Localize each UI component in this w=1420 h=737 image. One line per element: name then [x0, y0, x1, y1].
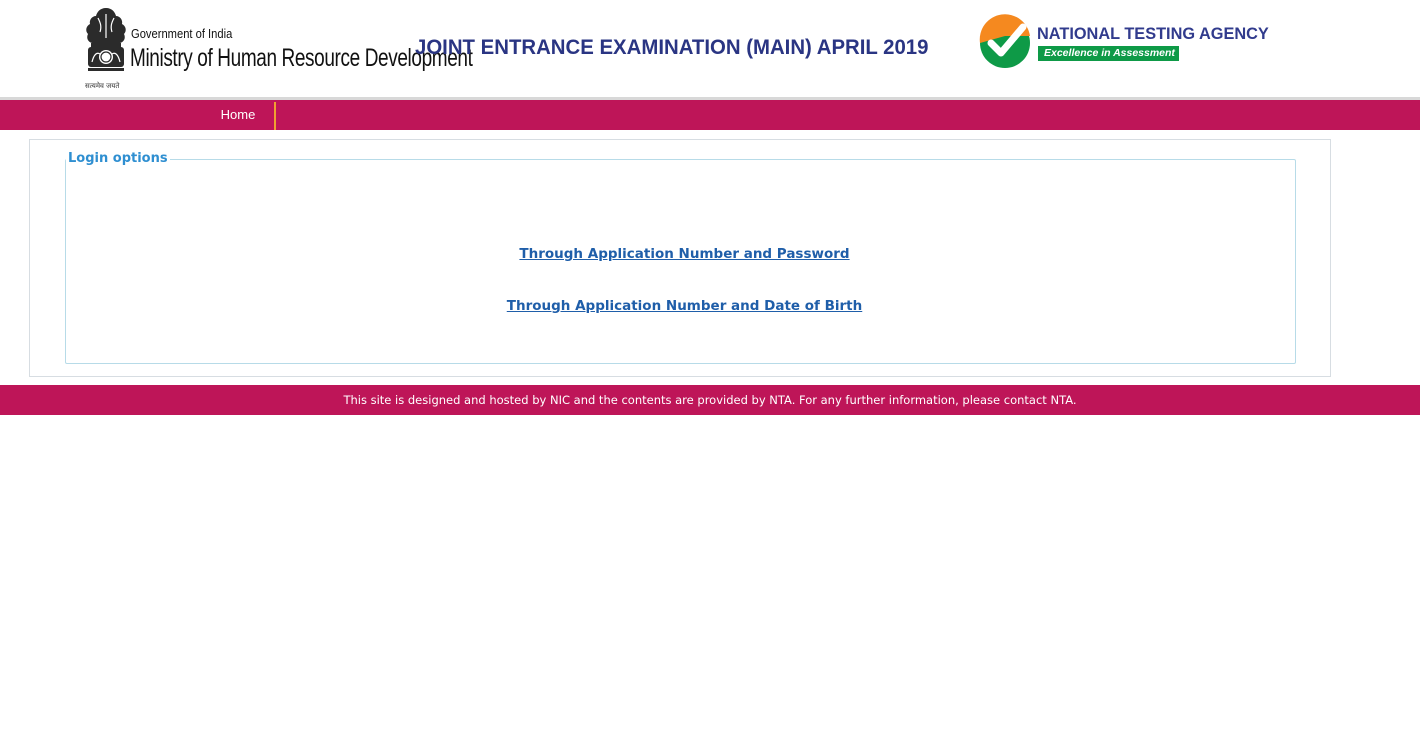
nav-home-link[interactable]: Home — [202, 100, 274, 130]
login-options-legend: Login options — [66, 151, 170, 166]
page-header: Government of India Ministry of Human Re… — [0, 0, 1420, 98]
gov-of-india-text: Government of India — [131, 26, 233, 41]
exam-title: JOINT ENTRANCE EXAMINATION (MAIN) APRIL … — [415, 36, 929, 59]
nta-name-text: NATIONAL TESTING AGENCY — [1037, 24, 1269, 43]
login-app-number-dob-link[interactable]: Through Application Number and Date of B… — [66, 298, 1303, 314]
motto-text: सत्यमेव जयते — [85, 82, 120, 90]
nta-tagline: Excellence in Assessment — [1038, 46, 1179, 61]
nta-logo: NATIONAL TESTING AGENCY Excellence in As… — [978, 14, 1298, 74]
state-emblem-icon — [86, 8, 126, 71]
login-app-number-password-link[interactable]: Through Application Number and Password — [66, 246, 1303, 262]
page-footer: This site is designed and hosted by NIC … — [0, 385, 1420, 415]
nav-separator — [274, 102, 276, 130]
main-navbar: Home — [0, 100, 1420, 130]
mhrd-logo: Government of India Ministry of Human Re… — [80, 4, 473, 94]
nta-checkmark-logo — [979, 14, 1030, 68]
login-options-fieldset: Through Application Number and Password … — [65, 159, 1296, 364]
